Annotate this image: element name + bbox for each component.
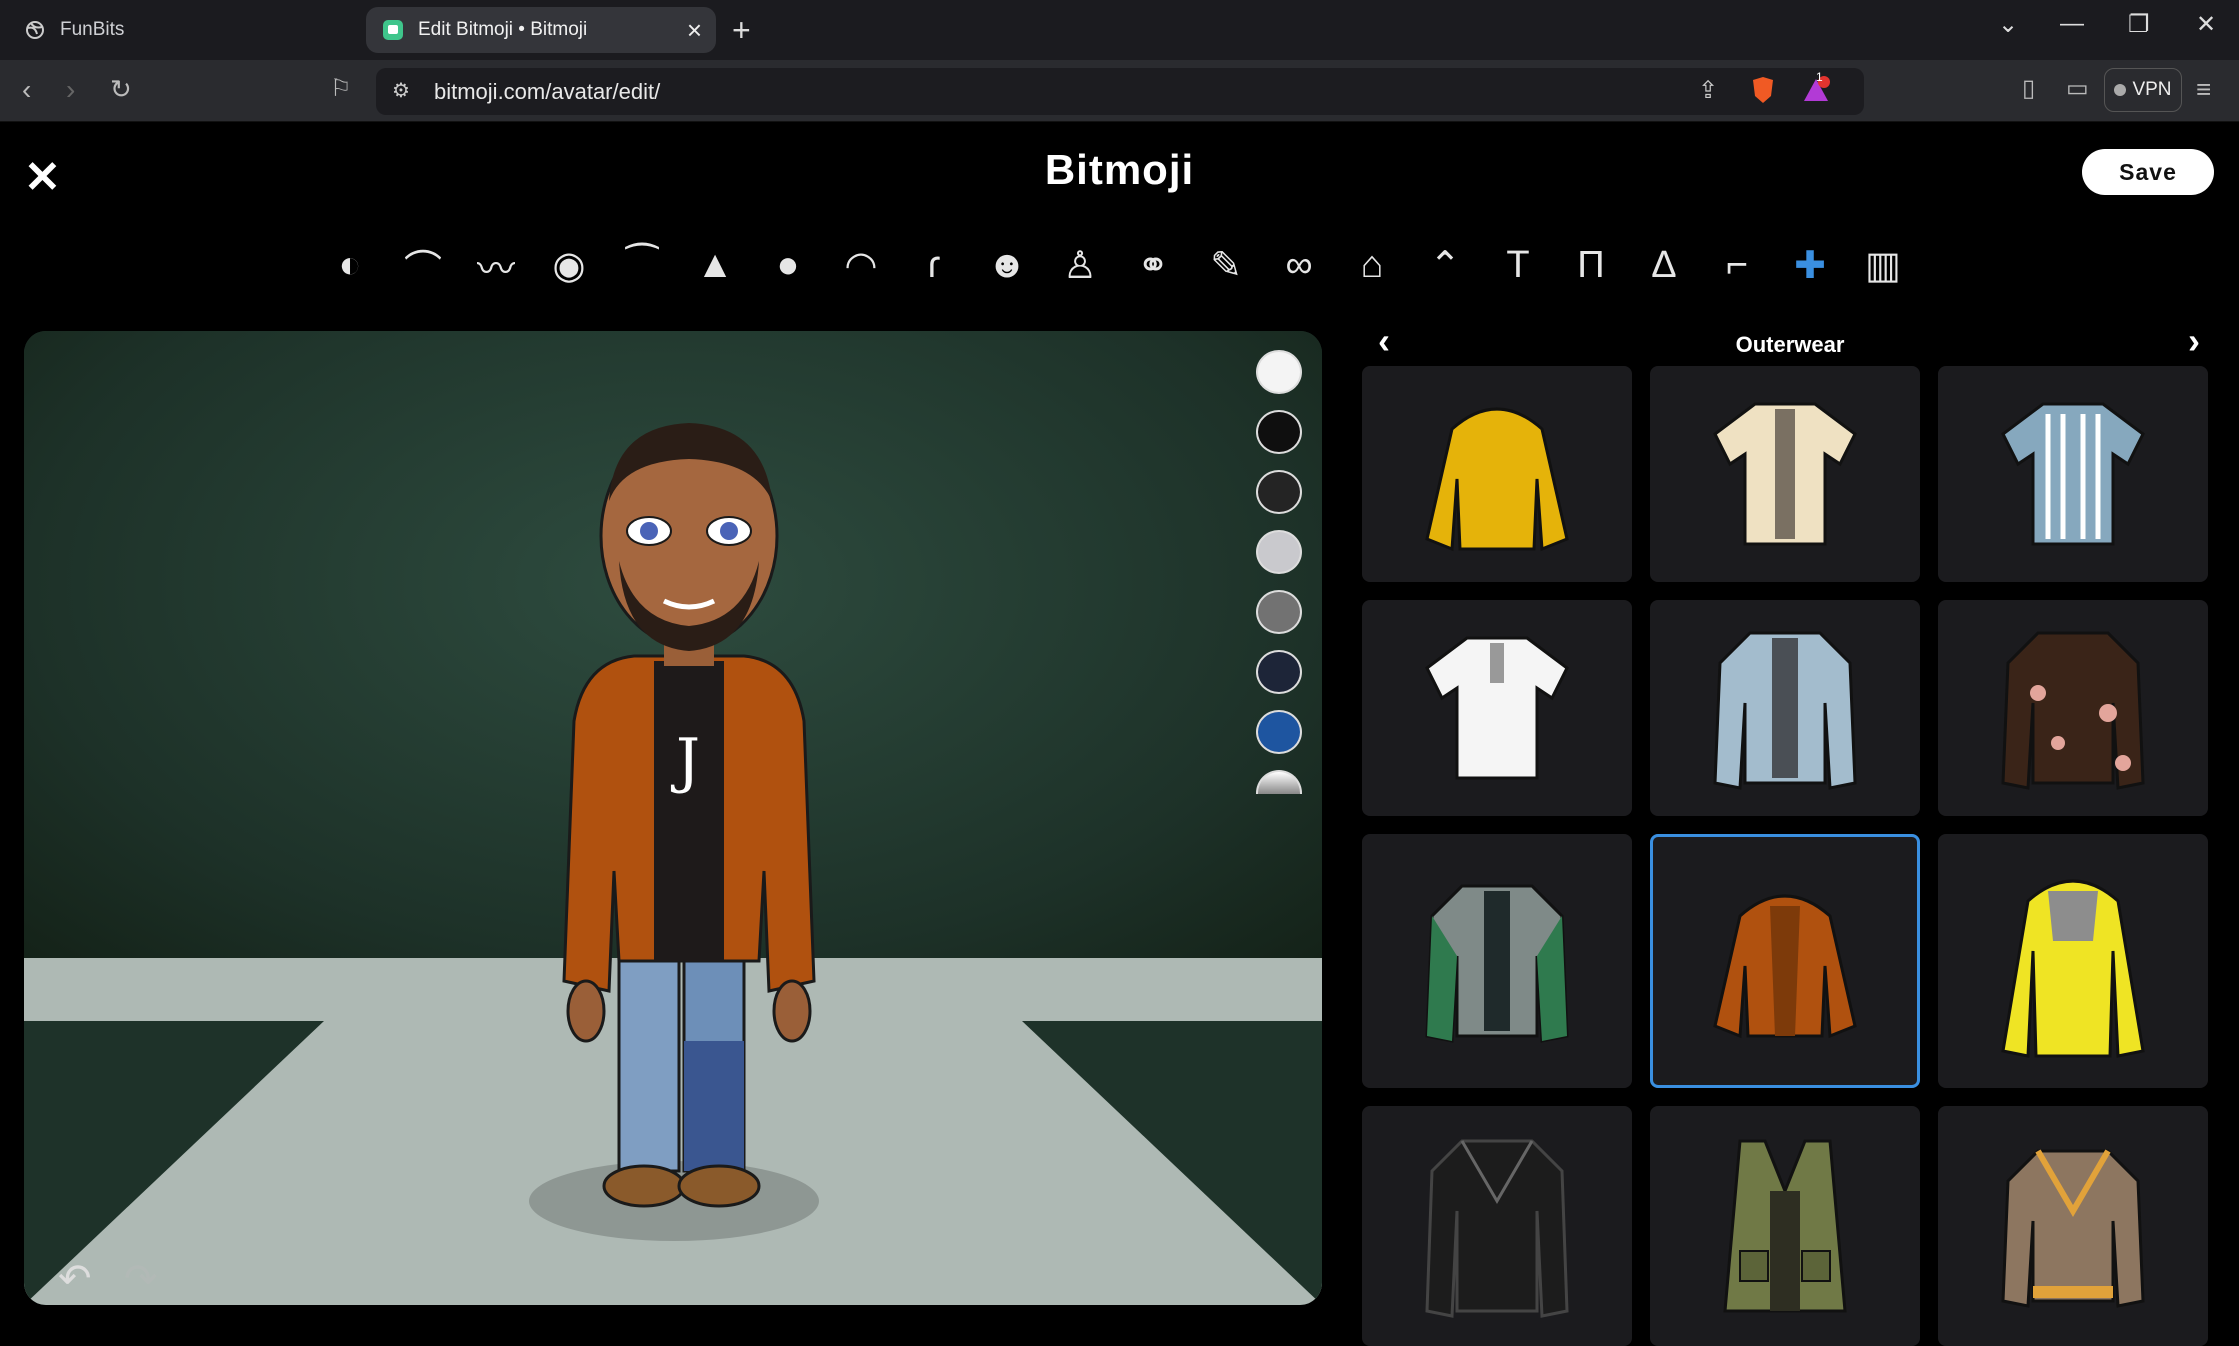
reload-icon[interactable]: ↻: [110, 74, 132, 105]
browser-tab-bitmoji[interactable]: Edit Bitmoji • Bitmoji ×: [366, 7, 716, 53]
browser-tab-funbits[interactable]: FunBits: [24, 7, 354, 53]
hair-category-icon[interactable]: ⌒: [395, 237, 451, 293]
eyes-category-icon[interactable]: ◉: [541, 237, 597, 293]
menu-icon[interactable]: ≡: [2196, 74, 2211, 105]
close-window-icon[interactable]: ✕: [2196, 10, 2216, 39]
forward-icon[interactable]: ›: [66, 74, 75, 106]
family-category-icon[interactable]: ⚭: [1125, 237, 1181, 293]
item-cardigan[interactable]: [1938, 1106, 2208, 1346]
item-utility-vest[interactable]: [1650, 1106, 1920, 1346]
ear-category-icon[interactable]: ɾ: [906, 237, 962, 293]
dresses-category-icon[interactable]: Δ: [1636, 237, 1692, 293]
swatch-black[interactable]: [1256, 410, 1302, 454]
browser-toolbar: ‹ › ↻ ⚐ ⚙ bitmoji.com/avatar/edit/ ⇪ 1 ▯…: [0, 60, 2239, 122]
outerwear-category-icon[interactable]: ✚: [1782, 237, 1838, 293]
close-tab-icon[interactable]: ×: [687, 15, 702, 46]
eyebrows-category-icon[interactable]: ⁀: [614, 237, 670, 293]
outerwear-grid: [1362, 366, 2212, 1346]
cardigan-icon: [2001, 1149, 2145, 1308]
item-striped-shirt[interactable]: [1938, 366, 2208, 582]
bottoms-category-icon[interactable]: Π: [1563, 237, 1619, 293]
swatch-light-gray[interactable]: [1256, 530, 1302, 574]
wardrobe-category-icon[interactable]: ▥: [1855, 237, 1911, 293]
swatch-navy[interactable]: [1256, 650, 1302, 694]
avatar-figure: J: [562, 423, 816, 1208]
footwear-category-icon[interactable]: ⌐: [1709, 237, 1765, 293]
jacket-icon: [2001, 631, 2145, 790]
item-varsity-jacket[interactable]: [1362, 834, 1632, 1088]
makeup-category-icon[interactable]: ✎: [1198, 237, 1254, 293]
brave-shield-icon[interactable]: [1750, 76, 1776, 109]
mouth-category-icon[interactable]: ◠: [833, 237, 889, 293]
restore-icon[interactable]: ❐: [2128, 10, 2150, 39]
tab-title: FunBits: [60, 19, 125, 40]
face-details-category-icon[interactable]: ☻: [979, 237, 1035, 293]
wallet-icon[interactable]: ▭: [2066, 74, 2089, 103]
undo-icon[interactable]: ↶: [58, 1256, 92, 1302]
jacket-icon: [1425, 884, 1569, 1043]
vpn-button[interactable]: VPN: [2104, 68, 2182, 112]
hoodie-icon: [1425, 407, 1569, 552]
new-tab-icon[interactable]: +: [732, 12, 751, 49]
tab-list-icon[interactable]: ⌄: [1998, 10, 2018, 39]
jacket-icon: [1425, 1139, 1569, 1318]
tops-category-icon[interactable]: T: [1490, 237, 1546, 293]
face-shape-category-icon[interactable]: ◐: [322, 237, 378, 293]
hats-category-icon[interactable]: ⌂: [1344, 237, 1400, 293]
jacket-icon: [1713, 631, 1857, 790]
vest-icon: [1723, 1139, 1847, 1313]
address-bar[interactable]: ⚙ bitmoji.com/avatar/edit/ ⇪ 1: [376, 68, 1864, 115]
glasses-category-icon[interactable]: ∞: [1271, 237, 1327, 293]
notification-badge: 1: [1816, 70, 1823, 84]
tab-title: Edit Bitmoji • Bitmoji: [418, 19, 588, 40]
facial-hair-category-icon[interactable]: 〰: [468, 237, 524, 293]
share-icon[interactable]: ⇪: [1698, 76, 1718, 105]
swatch-charcoal[interactable]: [1256, 470, 1302, 514]
item-yellow-hoodie[interactable]: [1362, 366, 1632, 582]
item-orange-hoodie[interactable]: [1650, 834, 1920, 1088]
url-text[interactable]: bitmoji.com/avatar/edit/: [434, 79, 660, 105]
swatch-white[interactable]: [1256, 350, 1302, 394]
panel-title: Outerwear: [1735, 332, 1845, 357]
back-icon[interactable]: ‹: [22, 74, 31, 106]
item-leather-jacket[interactable]: [1362, 1106, 1632, 1346]
bookmark-icon[interactable]: ⚐: [330, 74, 352, 103]
swatch-more[interactable]: [1256, 770, 1302, 794]
vpn-status-icon: [2114, 84, 2127, 96]
app-header: ✕ Bitmoji Save ◐ ⌒ 〰 ◉ ⁀ ▲ ● ◠ ɾ ☻ ♙ ⚭ ✎…: [0, 122, 2239, 308]
vpn-label: VPN: [2132, 79, 2172, 100]
nose-category-icon[interactable]: ▲: [687, 237, 743, 293]
raincoat-icon: [2001, 879, 2145, 1058]
app-title: Bitmoji: [1044, 146, 1195, 193]
item-white-shirt[interactable]: [1362, 600, 1632, 816]
site-settings-icon[interactable]: ⚙: [392, 78, 410, 103]
minimize-icon[interactable]: —: [2060, 10, 2084, 38]
shirt-icon: [2001, 402, 2145, 546]
redo-icon[interactable]: ↷: [124, 1256, 158, 1302]
globe-icon: [24, 19, 46, 41]
save-button[interactable]: Save: [2082, 149, 2214, 195]
item-floral-jacket[interactable]: [1938, 600, 2208, 816]
body-category-icon[interactable]: ♙: [1052, 237, 1108, 293]
bitmoji-favicon-icon: [382, 19, 404, 41]
sidebar-icon[interactable]: ▯: [2022, 74, 2035, 103]
shirt-icon: [1425, 636, 1569, 780]
hoodie-icon: [1713, 894, 1857, 1039]
item-denim-jacket[interactable]: [1650, 600, 1920, 816]
swatch-blue[interactable]: [1256, 710, 1302, 754]
color-swatches: [1256, 350, 1302, 794]
item-yellow-raincoat[interactable]: [1938, 834, 2208, 1088]
panel-header: ‹ Outerwear ›: [1360, 320, 2220, 370]
outfits-category-icon[interactable]: ⌃: [1417, 237, 1473, 293]
category-bar: ◐ ⌒ 〰 ◉ ⁀ ▲ ● ◠ ɾ ☻ ♙ ⚭ ✎ ∞ ⌂ ⌃ T Π Δ ⌐ …: [322, 234, 1911, 296]
head-category-icon[interactable]: ●: [760, 237, 816, 293]
browser-tab-strip: FunBits Edit Bitmoji • Bitmoji × + ⌄ — ❐…: [0, 0, 2239, 60]
next-category-icon[interactable]: ›: [2188, 320, 2200, 362]
item-cream-shirt[interactable]: [1650, 366, 1920, 582]
avatar-preview: J: [24, 331, 1322, 1305]
shirt-icon: [1713, 402, 1857, 546]
swatch-gray[interactable]: [1256, 590, 1302, 634]
floor-shadow-right: [1022, 1021, 1322, 1305]
